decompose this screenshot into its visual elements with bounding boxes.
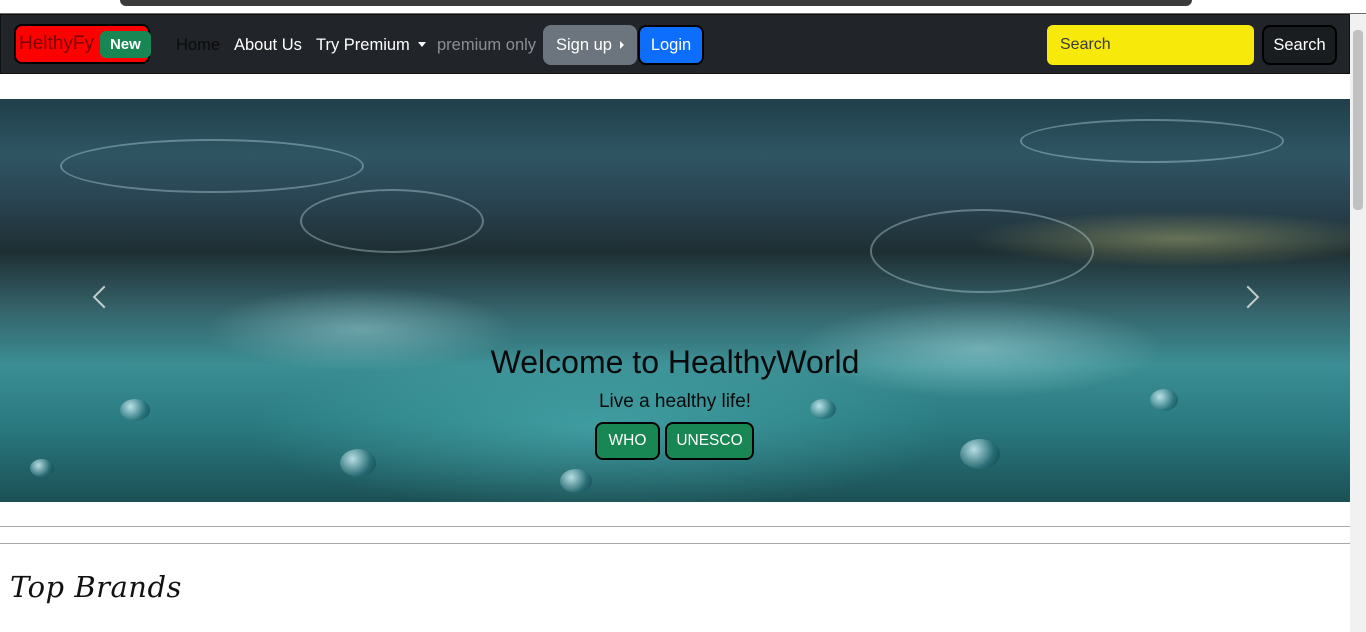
water-ripple	[1020, 119, 1284, 163]
carousel-next-icon[interactable]	[1236, 285, 1260, 309]
search-button[interactable]: Search	[1262, 25, 1337, 65]
signup-button[interactable]: Sign up	[543, 25, 637, 65]
signup-label: Sign up	[556, 35, 612, 54]
water-drop	[960, 439, 1000, 469]
nav-premium-dropdown[interactable]: Try Premium	[316, 36, 426, 55]
caret-down-icon	[417, 42, 426, 47]
new-badge: New	[99, 30, 151, 58]
unesco-button[interactable]: UNESCO	[665, 422, 754, 460]
carousel-prev-icon[interactable]	[92, 285, 116, 309]
water-ripple	[300, 189, 484, 253]
water-ripple	[870, 209, 1094, 293]
browser-tab-edge	[120, 0, 1192, 6]
water-drop	[30, 459, 54, 477]
divider	[0, 543, 1350, 544]
caret-right-icon	[619, 41, 624, 49]
nav-home-link[interactable]: Home	[176, 36, 220, 55]
brand-name: HelthyFy	[19, 33, 94, 54]
carousel-title: Welcome to HealthyWorld	[490, 344, 860, 380]
nav-about-link[interactable]: About Us	[234, 36, 302, 55]
login-button[interactable]: Login	[638, 25, 704, 65]
hero-carousel: Welcome to HealthyWorld Live a healthy l…	[0, 99, 1350, 502]
nav-premium-label: Try Premium	[316, 36, 410, 54]
scrollbar-thumb[interactable]	[1353, 30, 1363, 210]
brand-logo[interactable]: HelthyFy New	[14, 24, 151, 64]
divider	[0, 526, 1350, 527]
top-brands-heading: Top Brands	[10, 570, 182, 604]
browser-top-strip	[0, 0, 1366, 14]
search-input[interactable]	[1047, 25, 1254, 65]
carousel-subtitle: Live a healthy life!	[598, 391, 752, 412]
page-scrollbar[interactable]	[1350, 14, 1366, 632]
who-button[interactable]: WHO	[595, 422, 660, 460]
navbar: HelthyFy New Home About Us Try Premium p…	[0, 14, 1350, 74]
nav-premium-only-link: premium only	[437, 36, 537, 54]
water-drop	[340, 449, 376, 477]
water-drop	[560, 469, 592, 493]
water-ripple	[60, 139, 364, 193]
